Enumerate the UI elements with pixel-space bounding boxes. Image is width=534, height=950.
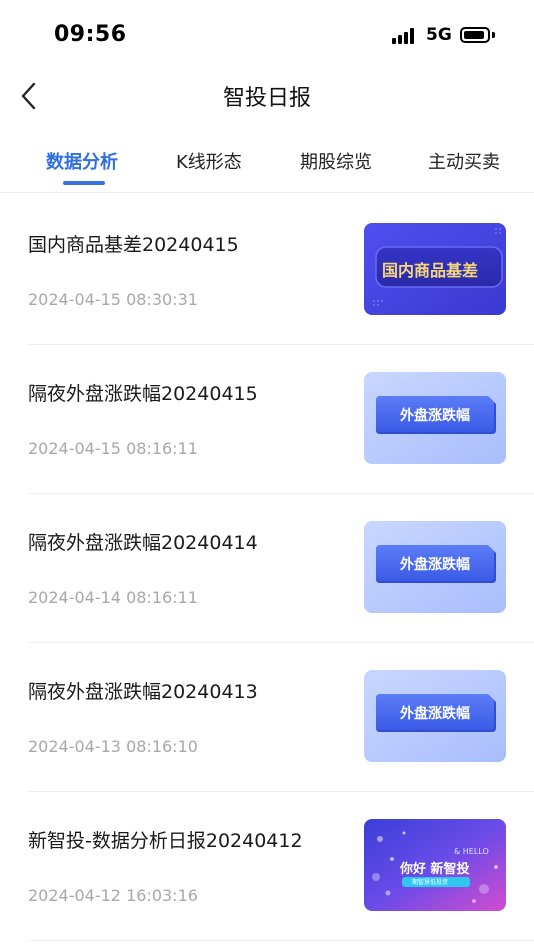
article-title: 国内商品基差20240415 xyxy=(28,234,239,256)
thumbnail-label: 你好 新智投 xyxy=(400,862,470,877)
article-item[interactable]: 隔夜外盘涨跌幅20240413 2024-04-13 08:16:10 外盘涨跌… xyxy=(28,643,534,792)
tab-active-trading[interactable]: 主动买卖 xyxy=(428,148,500,174)
article-time: 2024-04-14 08:16:11 xyxy=(28,588,198,607)
tab-data-analysis[interactable]: 数据分析 xyxy=(46,148,118,174)
article-title: 隔夜外盘涨跌幅20240413 xyxy=(28,681,258,703)
article-list: 国内商品基差20240415 2024-04-15 08:30:31 国内商品基… xyxy=(0,196,534,941)
thumbnail-hello: & HELLO xyxy=(454,847,489,856)
tab-bar: 数据分析 K线形态 期股综览 主动买卖 xyxy=(0,140,534,193)
article-item[interactable]: 隔夜外盘涨跌幅20240414 2024-04-14 08:16:11 外盘涨跌… xyxy=(28,494,534,643)
page-title: 智投日报 xyxy=(222,86,311,111)
thumbnail-label: 外盘涨跌幅 xyxy=(400,557,470,573)
article-time: 2024-04-15 08:30:31 xyxy=(28,290,198,309)
article-time: 2024-04-15 08:16:11 xyxy=(28,439,198,458)
nav-bar: 智投日报 xyxy=(0,68,534,124)
tab-kline-pattern[interactable]: K线形态 xyxy=(176,148,242,174)
article-thumbnail: 外盘涨跌幅 xyxy=(364,521,506,613)
article-time: 2024-04-13 08:16:10 xyxy=(28,737,198,756)
active-tab-indicator xyxy=(63,181,105,185)
article-item[interactable]: 隔夜外盘涨跌幅20240415 2024-04-15 08:16:11 外盘涨跌… xyxy=(28,345,534,494)
article-title: 隔夜外盘涨跌幅20240414 xyxy=(28,532,258,554)
article-title: 隔夜外盘涨跌幅20240415 xyxy=(28,383,258,405)
thumbnail-label: 国内商品基差 xyxy=(382,261,479,280)
article-title: 新智投-数据分析日报20240412 xyxy=(28,830,303,852)
article-thumbnail: 外盘涨跌幅 xyxy=(364,372,506,464)
article-thumbnail: & HELLO 你好 新智投 期智慧低投资 xyxy=(364,819,506,911)
article-time: 2024-04-12 16:03:16 xyxy=(28,886,198,905)
article-item[interactable]: 新智投-数据分析日报20240412 2024-04-12 16:03:16 &… xyxy=(28,792,534,941)
status-time: 09:56 xyxy=(54,22,127,47)
article-item[interactable]: 国内商品基差20240415 2024-04-15 08:30:31 国内商品基… xyxy=(28,196,534,345)
tab-futures-overview[interactable]: 期股综览 xyxy=(300,148,372,174)
article-thumbnail: 国内商品基差 xyxy=(364,223,506,315)
status-bar: 09:56 5G xyxy=(0,0,534,60)
battery-icon xyxy=(460,27,490,43)
thumbnail-label: 外盘涨跌幅 xyxy=(400,706,470,722)
network-type: 5G xyxy=(426,25,452,45)
cellular-signal-icon xyxy=(392,28,418,44)
article-thumbnail: 外盘涨跌幅 xyxy=(364,670,506,762)
thumbnail-label: 外盘涨跌幅 xyxy=(400,408,470,424)
thumbnail-subtext: 期智慧低投资 xyxy=(412,879,449,886)
battery-cap xyxy=(492,32,495,38)
